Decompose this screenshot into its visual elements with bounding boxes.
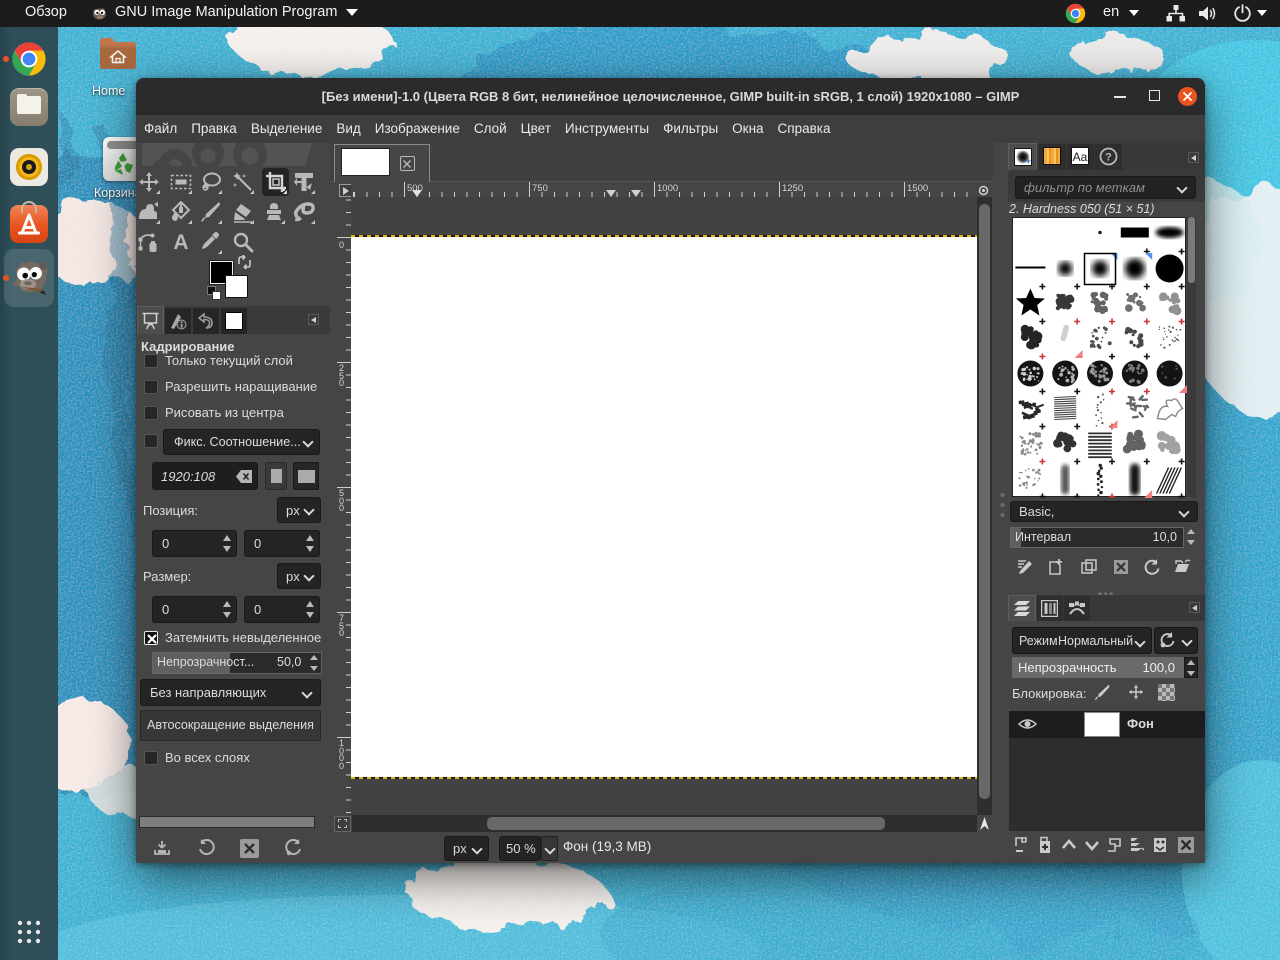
svg-text:A: A (173, 231, 188, 253)
svg-text:?: ? (1105, 152, 1112, 164)
